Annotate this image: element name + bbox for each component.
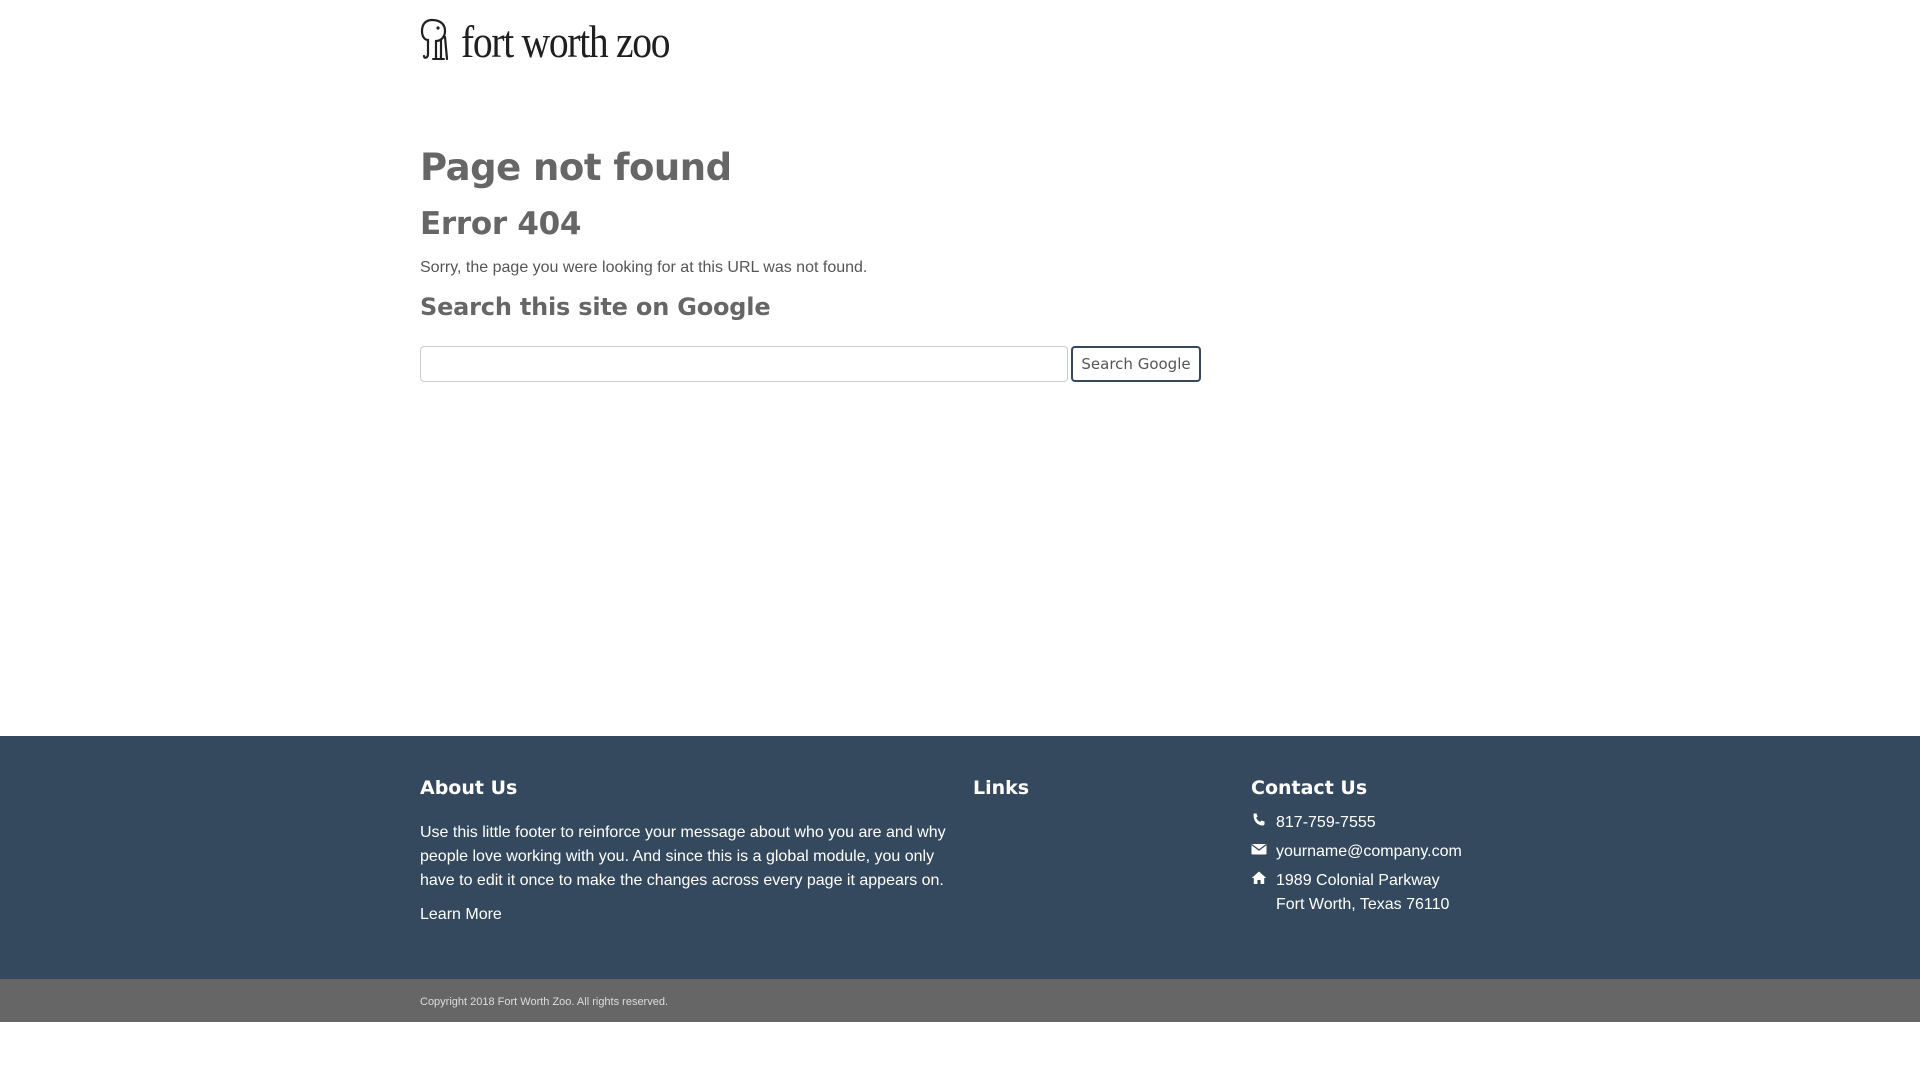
error-code: Error 404	[420, 206, 582, 242]
copyright-text: Copyright 2018 Fort Worth Zoo. All right…	[420, 995, 669, 1008]
email-address[interactable]: yourname@company.com	[1276, 840, 1462, 864]
contact-heading: Contact Us	[1251, 777, 1368, 799]
phone-icon	[1253, 813, 1265, 826]
contact-address: 1989 Colonial Parkway Fort Worth, Texas …	[1251, 869, 1551, 917]
site-footer: About Us Use this little footer to reinf…	[0, 736, 1920, 979]
address-line1: 1989 Colonial Parkway	[1276, 872, 1440, 889]
footer-contact-section: Contact Us 817-759-7555 yourname@company…	[1251, 776, 1551, 922]
about-text: Use this little footer to reinforce your…	[420, 824, 946, 889]
address-lines: 1989 Colonial Parkway Fort Worth, Texas …	[1276, 869, 1449, 917]
main-content: Page not found Error 404 Sorry, the page…	[0, 115, 1920, 736]
error-message: Sorry, the page you were looking for at …	[420, 259, 868, 276]
address-line2: Fort Worth, Texas 76110	[1276, 896, 1450, 913]
footer-about-section: About Us Use this little footer to reinf…	[420, 776, 950, 927]
google-search-form: Search Google	[420, 346, 1920, 382]
search-google-button[interactable]: Search Google	[1071, 346, 1201, 382]
envelope-icon	[1251, 844, 1267, 855]
home-icon	[1251, 871, 1267, 884]
search-heading: Search this site on Google	[420, 293, 771, 321]
contact-email: yourname@company.com	[1251, 840, 1551, 864]
site-logo[interactable]: fort worth zoo	[420, 16, 703, 67]
search-input[interactable]	[420, 346, 1068, 382]
links-heading: Links	[973, 777, 1030, 799]
learn-more-link[interactable]: Learn More	[420, 903, 502, 927]
site-header: fort worth zoo	[0, 0, 1920, 115]
about-heading: About Us	[420, 777, 518, 799]
phone-number[interactable]: 817-759-7555	[1276, 811, 1376, 835]
footer-links-section: Links	[973, 776, 1223, 800]
elephant-icon	[420, 18, 449, 61]
page-title: Page not found	[420, 146, 732, 189]
contact-phone: 817-759-7555	[1251, 811, 1551, 835]
copyright-bar: Copyright 2018 Fort Worth Zoo. All right…	[0, 979, 1920, 1022]
contact-list: 817-759-7555 yourname@company.com 1989 C…	[1251, 811, 1551, 917]
logo-text: fort worth zoo	[461, 16, 671, 67]
